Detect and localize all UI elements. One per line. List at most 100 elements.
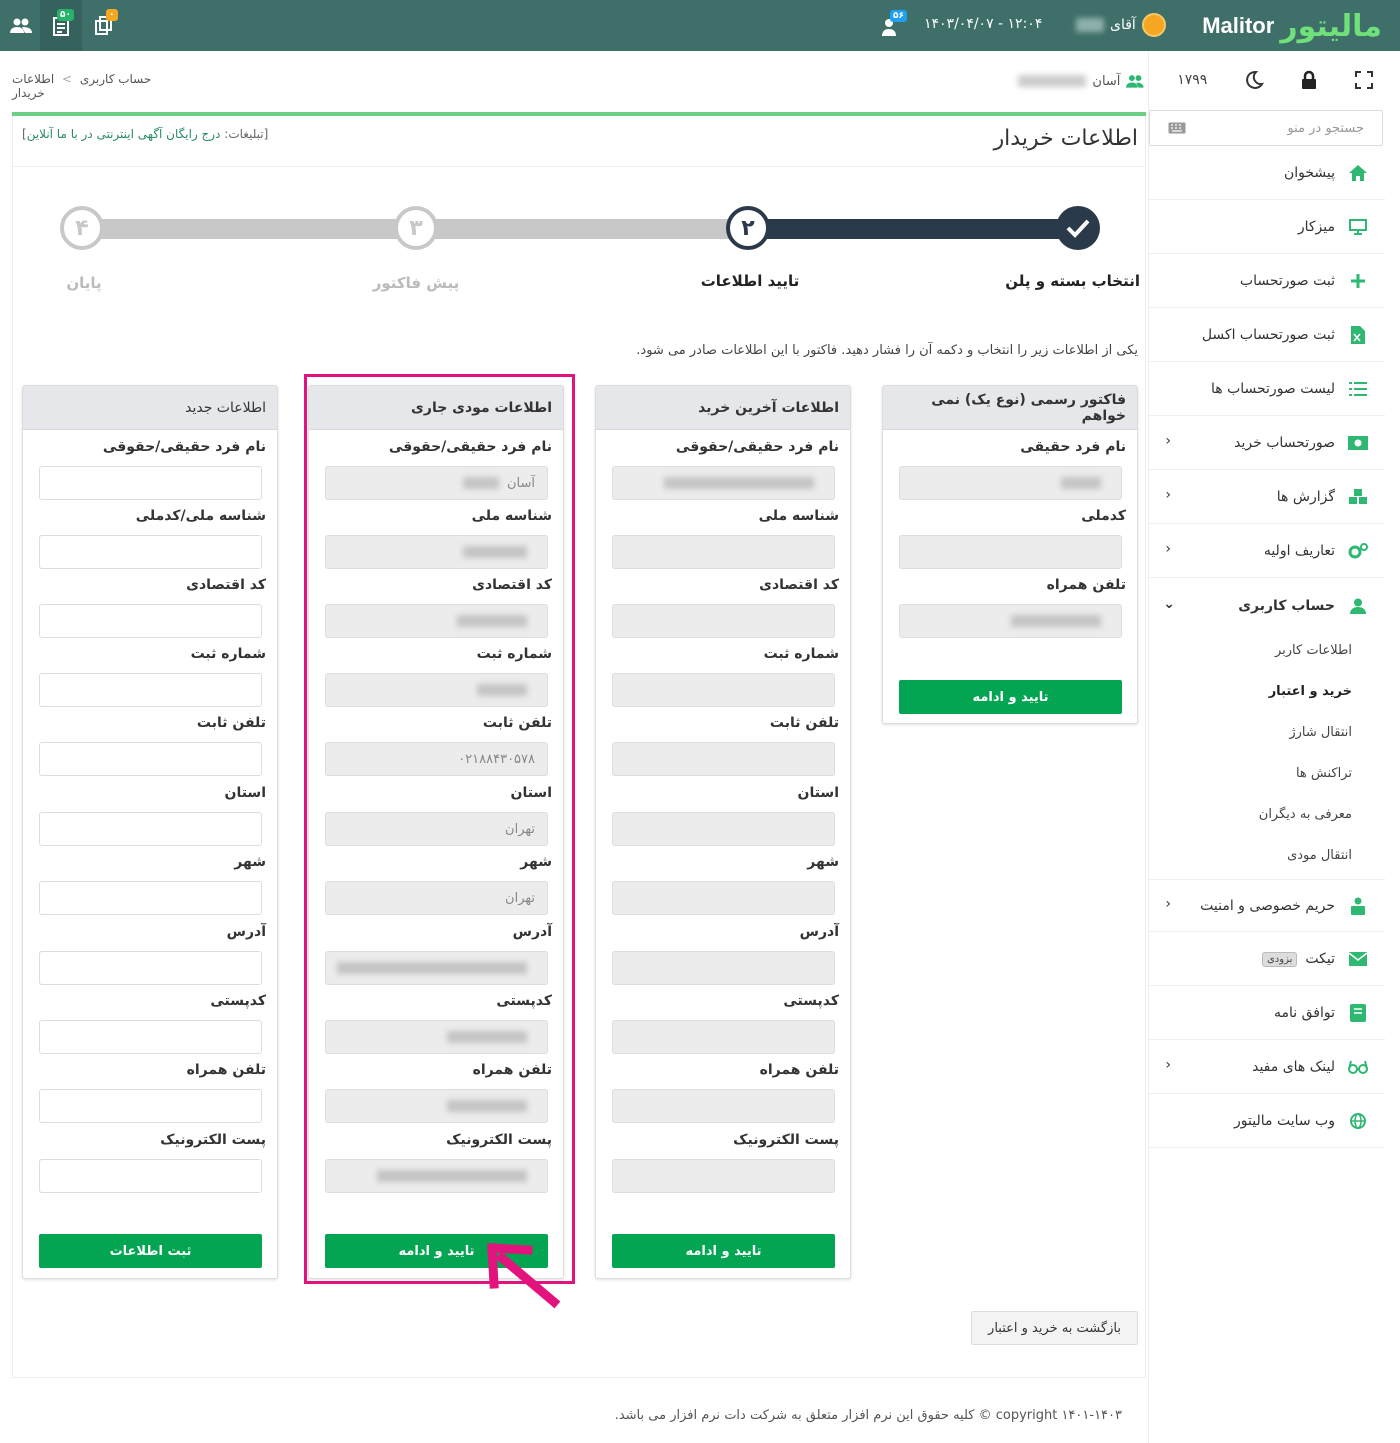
sidebar-item-definitions[interactable]: تعاریف اولیه ‹ — [1149, 525, 1385, 578]
step-1-circle — [1056, 206, 1100, 250]
breadcrumb-parent[interactable]: حساب کاربری — [80, 72, 151, 86]
step-2-label: تایید اطلاعات — [700, 272, 800, 290]
card-title: اطلاعات جدید — [23, 386, 277, 430]
economic-code-field — [325, 604, 548, 638]
registration-number-input[interactable] — [39, 673, 262, 707]
moon-icon[interactable] — [1244, 70, 1264, 90]
field-label: پست الکترونیک — [160, 1132, 266, 1148]
field-label: کد اقتصادی — [759, 577, 839, 593]
sidebar-item-new-invoice[interactable]: ثبت صورتحساب — [1149, 255, 1385, 308]
field-label: شناسه ملی — [471, 508, 552, 524]
sidebar-item-agreement[interactable]: توافق نامه — [1149, 987, 1385, 1040]
email-input[interactable] — [39, 1159, 262, 1193]
sidebar-item-useful-links[interactable]: لینک های مفید ‹ — [1149, 1041, 1385, 1094]
notifications-badge: ۵۶ — [890, 10, 907, 22]
redacted-value — [463, 546, 527, 558]
economic-code-input[interactable] — [39, 604, 262, 638]
province-value: تهران — [505, 821, 535, 837]
registration-number-field — [612, 673, 835, 707]
province-input[interactable] — [39, 812, 262, 846]
ads-banner[interactable]: [تبلیغات: درج رایگان آگهی اینترنتی در با… — [22, 127, 322, 141]
submenu-taxpayer-transfer[interactable]: انتقال مودی — [1287, 848, 1352, 863]
users-button[interactable] — [0, 0, 42, 51]
sidebar-item-reports[interactable]: گزارش ها ‹ — [1149, 471, 1385, 524]
save-info-button[interactable]: ثبت اطلاعات — [39, 1234, 262, 1268]
redacted-value — [1011, 615, 1101, 627]
money-icon — [1347, 432, 1369, 454]
field-label: کدپستی — [210, 993, 266, 1009]
landline-input[interactable] — [39, 742, 262, 776]
mobile-field — [612, 1089, 835, 1123]
mobile-input[interactable] — [39, 1089, 262, 1123]
sidebar-item-dashboard[interactable]: پیشخوان — [1149, 147, 1385, 200]
breadcrumb: حساب کاربری > اطلاعات خریدار — [12, 72, 182, 100]
confirm-continue-button[interactable]: تایید و ادامه — [899, 680, 1122, 714]
credit-counter[interactable]: ۱۷۹۹ — [1177, 72, 1207, 88]
field-label: نام فرد حقیقی/حقوقی — [388, 439, 552, 455]
copy-button[interactable]: ۰ — [82, 0, 124, 51]
sidebar-item-excel-invoice[interactable]: ثبت صورتحساب اکسل — [1149, 309, 1385, 362]
back-to-purchase-button[interactable]: بازگشت به خرید و اعتبار — [971, 1311, 1138, 1345]
sidebar-item-label: ثبت صورتحساب — [1239, 273, 1335, 289]
user-menu[interactable]: آقای — [1076, 12, 1166, 38]
national-id-input[interactable] — [39, 535, 262, 569]
field-label: کدملی — [1081, 508, 1126, 524]
sidebar-item-website[interactable]: وب سایت مالیتور — [1149, 1095, 1385, 1148]
field-label: تلفن همراه — [472, 1062, 552, 1078]
address-field — [325, 951, 548, 985]
postal-code-input[interactable] — [39, 1020, 262, 1054]
fullscreen-icon[interactable] — [1354, 71, 1373, 89]
field-label: کد اقتصادی — [186, 577, 266, 593]
submenu-referral[interactable]: معرفی به دیگران — [1259, 807, 1352, 822]
menu-search-input[interactable]: جستجو در منو — [1149, 110, 1383, 146]
cubes-icon — [1347, 486, 1369, 508]
lock-icon[interactable] — [1300, 70, 1318, 90]
sidebar-item-workspace[interactable]: میزکار — [1149, 201, 1385, 254]
invoice-badge: ۵۰ — [57, 9, 74, 21]
keyboard-icon — [1168, 122, 1186, 134]
submenu-transactions[interactable]: تراکنش ها — [1296, 766, 1352, 781]
city-input[interactable] — [39, 881, 262, 915]
chevron-left-icon: ‹ — [1165, 541, 1171, 557]
national-code-field — [899, 535, 1122, 569]
step-4-circle: ۴ — [60, 206, 104, 250]
sidebar-item-purchase-invoice[interactable]: صورتحساب خرید ‹ — [1149, 417, 1385, 470]
redacted-value — [447, 1031, 527, 1043]
sidebar-item-label: پیشخوان — [1283, 165, 1335, 181]
step-track-1-2 — [750, 219, 1080, 239]
field-label: شناسه ملی/کدملی — [135, 508, 266, 524]
landline-field — [612, 742, 835, 776]
province-field: تهران — [325, 812, 548, 846]
notifications-icon[interactable]: ۵۶ — [880, 10, 907, 38]
submenu-purchase-credit[interactable]: خرید و اعتبار — [1269, 684, 1352, 699]
landline-value: ۰۲۱۸۸۴۳۰۵۷۸ — [458, 751, 535, 767]
app-logo[interactable]: Malitor مالیتور — [1202, 8, 1383, 44]
field-label: تلفن ثابت — [196, 715, 266, 731]
field-label: شهر — [520, 854, 552, 870]
ads-link[interactable]: درج رایگان آگهی اینترنتی در با ما آنلاین — [27, 127, 221, 141]
card-title: اطلاعات آخرین خرید — [596, 386, 850, 430]
invoice-button[interactable]: ۵۰ — [40, 0, 82, 51]
company-selector[interactable]: آسان — [1018, 70, 1144, 92]
chevron-left-icon: ‹ — [1165, 896, 1171, 912]
name-value: آسان — [506, 475, 535, 491]
sidebar-item-label: تیکت — [1305, 951, 1335, 967]
sidebar-item-account[interactable]: حساب کاربری ⌄ — [1149, 579, 1385, 632]
field-label: استان — [797, 785, 840, 801]
submenu-user-info[interactable]: اطلاعات کاربر — [1275, 643, 1352, 658]
sidebar-item-privacy[interactable]: حریم خصوصی و امنیت ‹ — [1149, 879, 1385, 932]
user-name-redacted — [1076, 18, 1104, 32]
name-field — [899, 466, 1122, 500]
sidebar-tools: ۱۷۹۹ — [1149, 51, 1400, 109]
home-icon — [1347, 162, 1369, 184]
field-label: استان — [224, 785, 267, 801]
field-label: کدپستی — [496, 993, 552, 1009]
field-label: آدرس — [512, 924, 552, 940]
address-input[interactable] — [39, 951, 262, 985]
name-input[interactable] — [39, 466, 262, 500]
sidebar-item-invoice-list[interactable]: لیست صورتحساب ها — [1149, 363, 1385, 416]
confirm-continue-button[interactable]: تایید و ادامه — [612, 1234, 835, 1268]
submenu-transfer-charge[interactable]: انتقال شارژ — [1289, 725, 1352, 740]
sidebar-item-ticket[interactable]: تیکت بزودی — [1149, 933, 1385, 986]
postal-code-field — [612, 1020, 835, 1054]
